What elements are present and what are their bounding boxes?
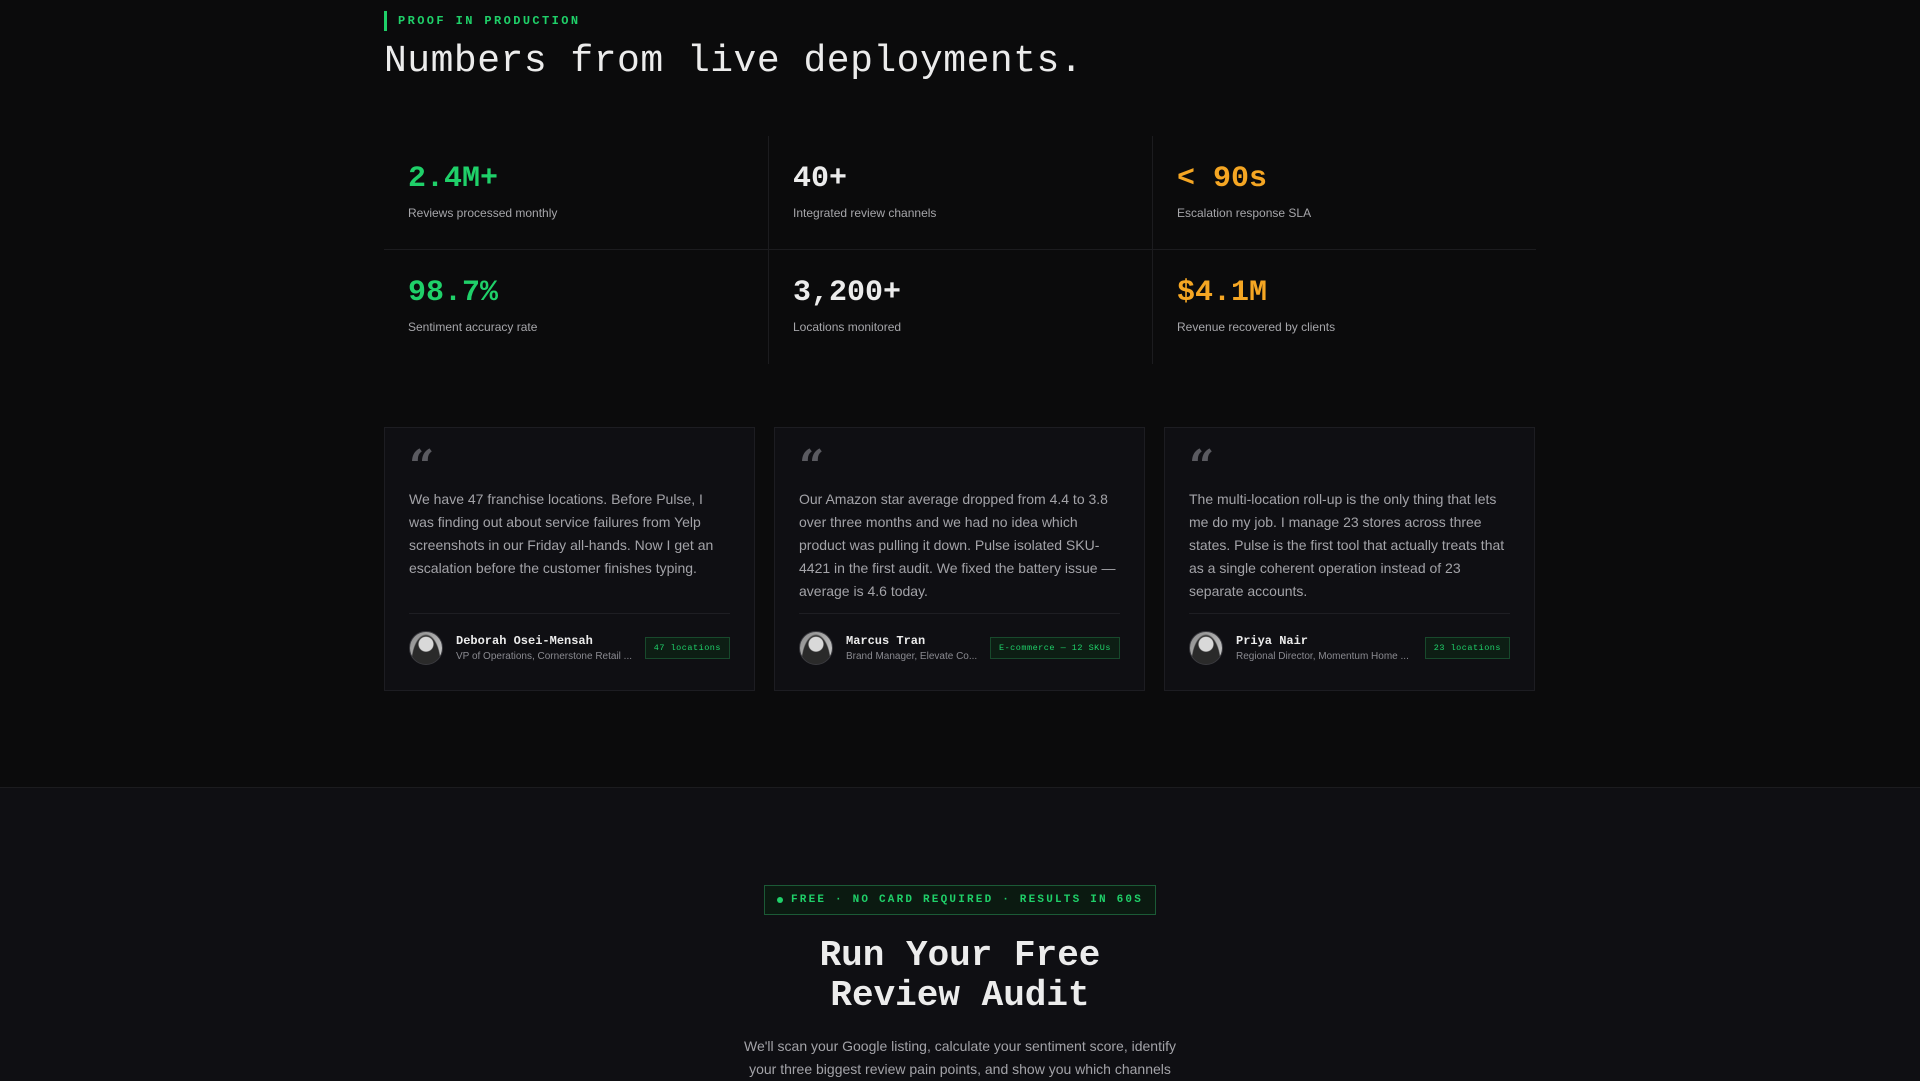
stat-escalation-sla: < 90s Escalation response SLA [1152, 136, 1536, 250]
stat-label: Sentiment accuracy rate [408, 320, 538, 334]
stat-label: Integrated review channels [793, 206, 937, 220]
author-role: Brand Manager, Elevate Co... [846, 651, 978, 662]
author-info: Priya Nair Regional Director, Momentum H… [1236, 634, 1417, 662]
author-info: Marcus Tran Brand Manager, Elevate Co... [846, 634, 982, 662]
author-name: Deborah Osei-Mensah [456, 634, 593, 648]
author-role: Regional Director, Momentum Home ... [1236, 651, 1409, 662]
testimonial-author: Deborah Osei-Mensah VP of Operations, Co… [409, 613, 730, 665]
stat-value: 2.4M+ [408, 162, 499, 196]
scope-badge: 47 locations [644, 637, 730, 659]
audit-cta-section: FREE · NO CARD REQUIRED · RESULTS IN 60S… [0, 787, 1920, 1081]
avatar [1189, 631, 1223, 665]
author-name: Priya Nair [1236, 634, 1309, 648]
stat-value: 98.7% [408, 276, 499, 310]
offer-badge-label: FREE · NO CARD REQUIRED · RESULTS IN 60S [790, 894, 1144, 906]
stat-label: Locations monitored [793, 320, 902, 334]
testimonial-quote: The multi-location roll-up is the only t… [1189, 491, 1505, 599]
quote-icon: “ [1189, 441, 1215, 492]
avatar [409, 631, 443, 665]
quote-icon: “ [799, 441, 825, 492]
testimonial-quote: We have 47 franchise locations. Before P… [409, 491, 714, 576]
avatar [799, 631, 833, 665]
section-eyebrow: PROOF IN PRODUCTION [384, 11, 580, 31]
testimonial-author: Priya Nair Regional Director, Momentum H… [1189, 613, 1510, 665]
stat-value: < 90s [1177, 162, 1268, 196]
testimonial-card: “ We have 47 franchise locations. Before… [384, 427, 755, 691]
quote-icon: “ [409, 441, 435, 492]
status-dot-icon [776, 897, 783, 903]
cta-title-line2: Review Audit [830, 975, 1090, 1016]
section-headline: Numbers from live deployments. [384, 40, 1084, 83]
testimonial-card: “ The multi-location roll-up is the only… [1164, 427, 1535, 691]
cta-title: Run Your Free Review Audit [0, 936, 1920, 1016]
proof-section: PROOF IN PRODUCTION Numbers from live de… [0, 0, 1920, 787]
author-name: Marcus Tran [846, 634, 926, 648]
stat-label: Revenue recovered by clients [1177, 320, 1336, 334]
stat-value: 3,200+ [793, 276, 902, 310]
testimonials-row: “ We have 47 franchise locations. Before… [384, 427, 1536, 691]
stat-locations-monitored: 3,200+ Locations monitored [768, 250, 1152, 364]
stat-revenue-recovered: $4.1M Revenue recovered by clients [1152, 250, 1536, 364]
offer-badge: FREE · NO CARD REQUIRED · RESULTS IN 60S [764, 885, 1156, 915]
scope-badge: E-commerce — 12 SKUs [989, 637, 1120, 659]
stat-label: Reviews processed monthly [408, 206, 558, 220]
stat-sentiment-accuracy: 98.7% Sentiment accuracy rate [384, 250, 768, 364]
cta-subtitle: We'll scan your Google listing, calculat… [744, 1038, 1176, 1077]
cta-title-line1: Run Your Free [819, 935, 1101, 976]
stat-label: Escalation response SLA [1177, 206, 1312, 220]
author-role: VP of Operations, Cornerstone Retail ... [456, 651, 633, 662]
stat-value: $4.1M [1177, 276, 1268, 310]
scope-badge: 23 locations [1424, 637, 1510, 659]
stat-value: 40+ [793, 162, 848, 196]
testimonial-card: “ Our Amazon star average dropped from 4… [774, 427, 1145, 691]
author-info: Deborah Osei-Mensah VP of Operations, Co… [456, 634, 637, 662]
stat-review-channels: 40+ Integrated review channels [768, 136, 1152, 250]
testimonial-quote: Our Amazon star average dropped from 4.4… [799, 491, 1116, 599]
stats-grid: 2.4M+ Reviews processed monthly 40+ Inte… [384, 136, 1536, 364]
testimonial-author: Marcus Tran Brand Manager, Elevate Co...… [799, 613, 1120, 665]
stat-reviews-processed: 2.4M+ Reviews processed monthly [384, 136, 768, 250]
